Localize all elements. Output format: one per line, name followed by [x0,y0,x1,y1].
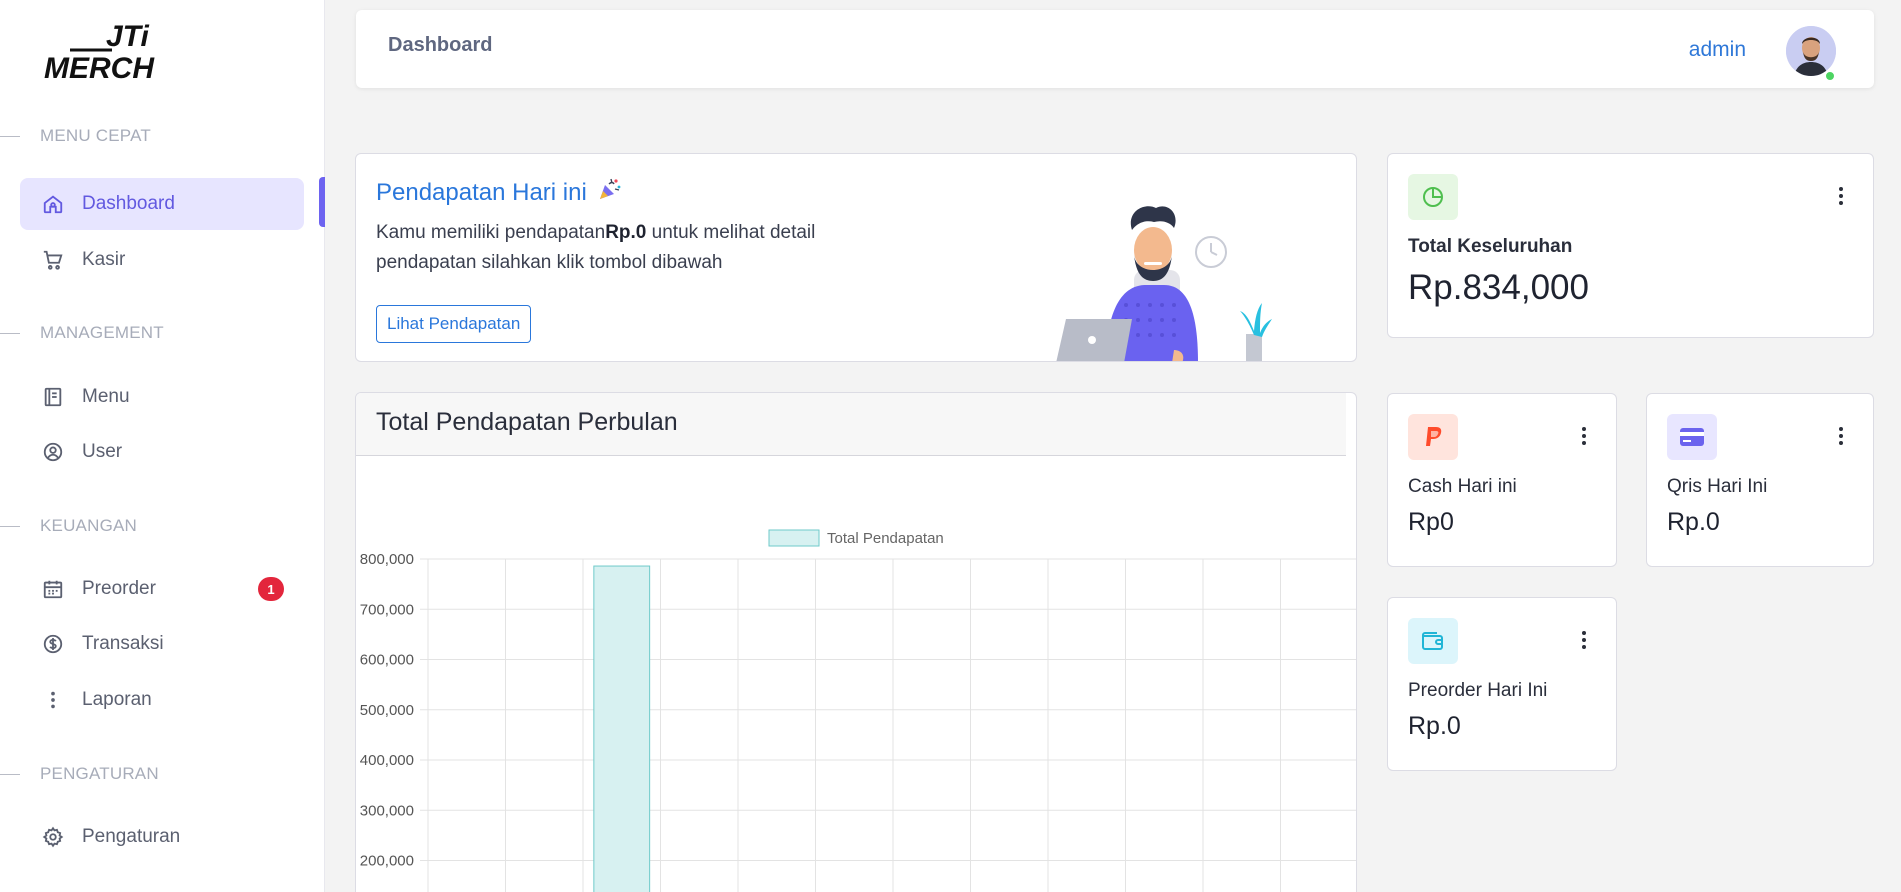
stat-value: Rp.0 [1408,712,1461,740]
section-title: PENGATURAN [40,764,159,783]
book-icon [42,386,64,408]
total-keseluruhan-card: Total Keseluruhan Rp.834,000 [1387,153,1874,338]
monthly-revenue-chart-card: Total Pendapatan Perbulan Total Pendapat… [355,392,1357,892]
stat-label: Preorder Hari Ini [1408,680,1548,701]
sidebar-item-label: Preorder [82,578,156,599]
welcome-text: Kamu memiliki pendapatanRp.0 untuk melih… [376,218,896,278]
lihat-pendapatan-button[interactable]: Lihat Pendapatan [376,305,532,343]
sidebar-item-preorder[interactable]: Preorder 1 [20,563,304,615]
stat-value: Rp0 [1408,508,1454,536]
card-options-icon[interactable] [1574,424,1594,448]
sidebar-item-menu[interactable]: Menu [20,371,304,423]
sidebar: JTi MERCH MENU CEPAT MANAGEMENT KEUANGAN… [0,0,325,892]
section-title: KEUANGAN [40,516,138,535]
paypal-icon [1408,414,1458,460]
chart-title: Total Pendapatan Perbulan [376,408,678,436]
legend-swatch [768,529,820,547]
section-title: MANAGEMENT [40,323,164,342]
sidebar-item-label: Menu [82,386,130,407]
section-title: MENU CEPAT [40,126,151,145]
cart-icon [42,249,64,271]
monthly-revenue-chart: Total Pendapatan 800,000 700,000 600,000 500… [360,529,1356,892]
section-management: MANAGEMENT [0,322,164,344]
section-keuangan: KEUANGAN [0,515,137,537]
sidebar-item-transaksi[interactable]: Transaksi [20,618,304,670]
bar-month-3 [593,565,651,892]
chart-header: Total Pendapatan Perbulan [356,393,1346,456]
party-popper-icon [597,176,623,209]
sidebar-item-label: Dashboard [82,193,175,214]
y-tick-label: 500,000 [360,702,414,719]
welcome-card: Pendapatan Hari ini Kamu memiliki pendap… [355,153,1357,362]
card-options-icon[interactable] [1574,628,1594,652]
sidebar-item-dashboard[interactable]: Dashboard [20,178,304,230]
stat-label: Total Keseluruhan [1408,236,1573,257]
page-title: Dashboard [388,34,493,56]
y-tick-label: 700,000 [360,601,414,618]
section-pengaturan: PENGATURAN [0,763,159,785]
sidebar-item-user[interactable]: User [20,426,304,478]
preorder-count-badge: 1 [258,577,284,601]
welcome-title: Pendapatan Hari ini [376,176,623,209]
section-menu-cepat: MENU CEPAT [0,125,151,147]
logo-merch: MERCH [44,52,155,82]
man-with-laptop-illustration [1056,206,1272,361]
online-status-dot [1824,70,1836,82]
card-options-icon[interactable] [1831,184,1851,208]
stat-label: Qris Hari Ini [1667,476,1768,497]
logo[interactable]: JTi MERCH [42,20,166,82]
dollar-circle-icon [42,633,64,655]
sidebar-item-pengaturan[interactable]: Pengaturan [20,811,304,863]
sidebar-item-kasir[interactable]: Kasir [20,234,304,286]
y-tick-label: 800,000 [360,551,414,568]
sidebar-item-label: Transaksi [82,633,164,654]
qris-hari-ini-card: Qris Hari Ini Rp.0 [1646,393,1874,567]
user-circle-icon [42,441,64,463]
stat-label: Cash Hari ini [1408,476,1517,497]
y-tick-label: 600,000 [360,652,414,669]
welcome-text-before: Kamu memiliki pendapatan [376,222,606,243]
sidebar-item-label: Pengaturan [82,826,181,847]
sidebar-item-label: Laporan [82,689,152,710]
welcome-title-text: Pendapatan Hari ini [376,178,587,206]
legend-label: Total Pendapatan [827,530,944,547]
y-tick-label: 400,000 [360,752,414,769]
credit-card-icon [1667,414,1717,460]
sidebar-item-label: Kasir [82,249,126,270]
stat-value: Rp.834,000 [1408,268,1589,307]
active-indicator [319,177,325,227]
sidebar-item-label: User [82,441,123,462]
preorder-hari-ini-card: Preorder Hari Ini Rp.0 [1387,597,1617,771]
stat-value: Rp.0 [1667,508,1720,536]
dots-vertical-icon [42,689,64,711]
sidebar-item-laporan[interactable]: Laporan [20,674,304,726]
welcome-amount: Rp.0 [605,222,647,243]
y-tick-label: 200,000 [360,853,414,870]
top-bar: Dashboard admin [356,10,1874,88]
gear-icon [42,826,64,848]
card-options-icon[interactable] [1831,424,1851,448]
wallet-icon [1408,618,1458,664]
cash-hari-ini-card: Cash Hari ini Rp0 [1387,393,1617,567]
logo-jti: JTi [106,20,149,53]
pie-chart-icon [1408,174,1458,220]
home-icon [42,193,64,215]
y-tick-label: 300,000 [360,802,414,819]
calendar-icon [42,578,64,600]
username-link[interactable]: admin [1689,38,1746,62]
avatar[interactable] [1786,26,1836,76]
